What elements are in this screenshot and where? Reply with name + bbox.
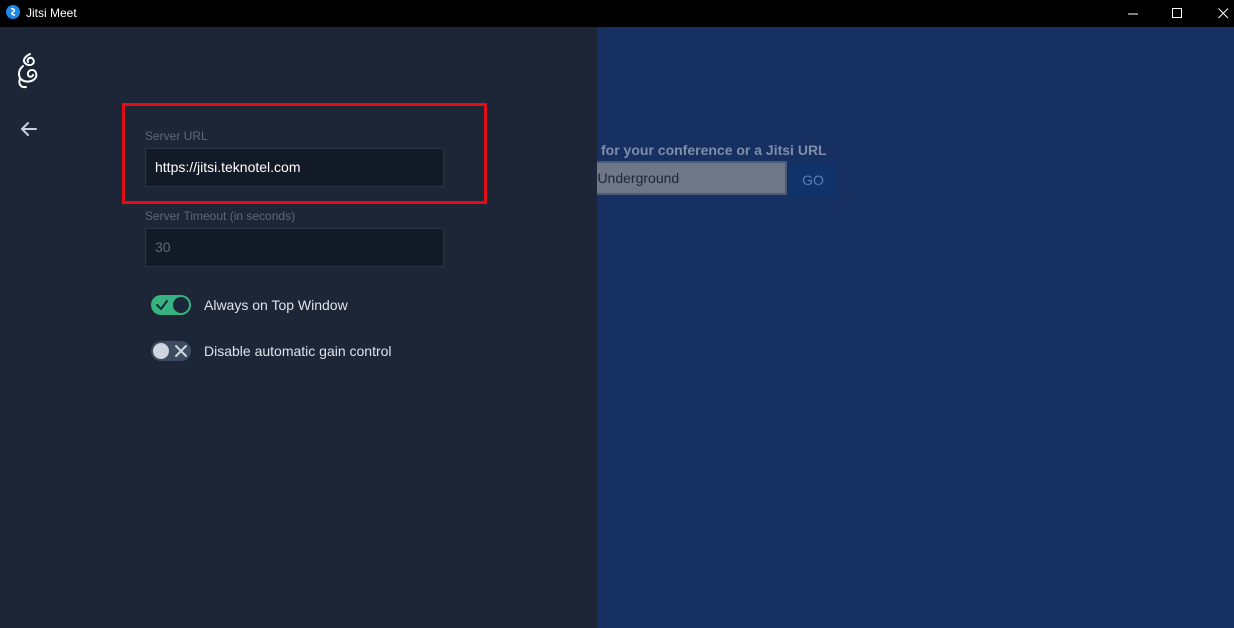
minimize-button[interactable] — [1110, 0, 1156, 27]
home-page-background: for your conference or a Jitsi URL erUnd… — [597, 27, 1234, 628]
server-url-label: Server URL — [145, 129, 208, 143]
title-bar: Jitsi Meet — [0, 0, 1234, 27]
jitsi-logo-icon — [18, 53, 38, 89]
always-on-top-toggle[interactable] — [151, 295, 191, 315]
room-name-input[interactable]: erUnderground — [597, 161, 787, 195]
minimize-icon — [1127, 13, 1138, 15]
always-on-top-label: Always on Top Window — [204, 297, 348, 313]
disable-agc-toggle[interactable] — [151, 341, 191, 361]
settings-drawer: Server URL https://jitsi.teknotel.com Se… — [0, 27, 597, 628]
toggle-knob — [173, 297, 189, 313]
back-arrow-icon[interactable] — [18, 119, 40, 139]
toggle-knob — [153, 343, 169, 359]
room-prompt-text: for your conference or a Jitsi URL — [601, 142, 827, 158]
jitsi-app-icon — [6, 5, 20, 19]
server-timeout-input[interactable]: 30 — [145, 228, 444, 267]
check-icon — [156, 300, 168, 310]
disable-agc-label: Disable automatic gain control — [204, 343, 392, 359]
app-window: Jitsi Meet for your conference or a Jits… — [0, 0, 1234, 628]
close-button[interactable] — [1200, 0, 1234, 27]
close-icon — [1217, 8, 1228, 19]
go-button[interactable]: GO — [790, 163, 836, 197]
maximize-button[interactable] — [1154, 0, 1200, 27]
server-timeout-label: Server Timeout (in seconds) — [145, 209, 296, 223]
server-url-input[interactable]: https://jitsi.teknotel.com — [145, 148, 444, 187]
x-icon — [175, 345, 187, 357]
maximize-icon — [1171, 8, 1182, 18]
window-title: Jitsi Meet — [26, 6, 77, 20]
